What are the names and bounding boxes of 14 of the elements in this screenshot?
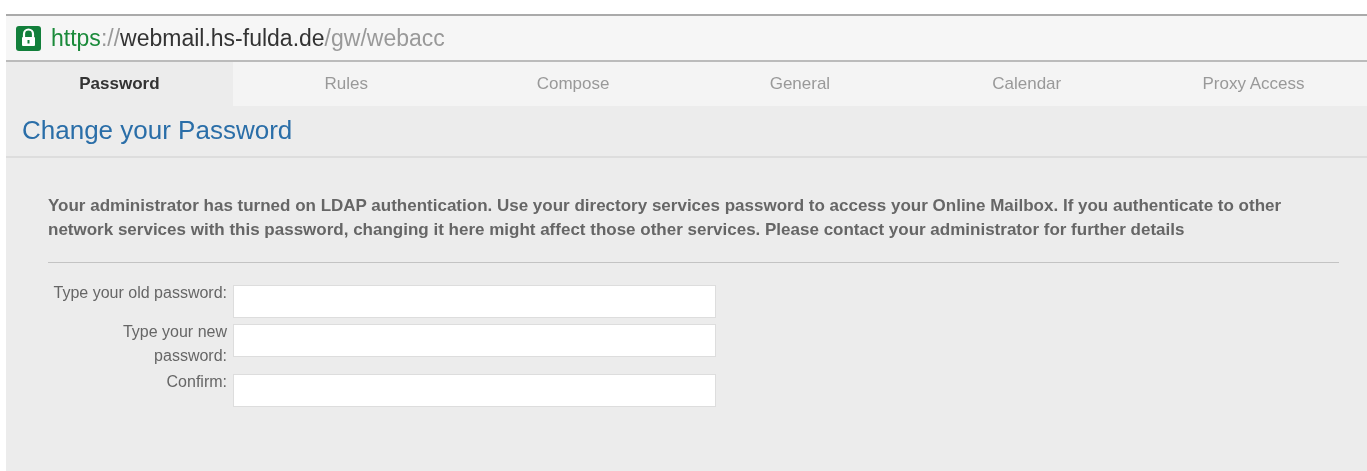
password-field[interactable] bbox=[233, 374, 716, 407]
settings-tab[interactable]: Rules bbox=[232, 62, 460, 106]
password-field[interactable] bbox=[233, 324, 716, 357]
settings-tab[interactable]: Calendar bbox=[913, 62, 1141, 106]
settings-tab[interactable]: Proxy Access bbox=[1140, 62, 1367, 106]
password-field[interactable] bbox=[233, 285, 716, 318]
field-label: Confirm: bbox=[165, 372, 227, 392]
field-label: Type your new password: bbox=[121, 322, 227, 366]
settings-tab[interactable]: General bbox=[686, 62, 914, 106]
field-label: Type your old password: bbox=[52, 283, 227, 303]
settings-tab[interactable]: Password bbox=[6, 62, 233, 106]
page-heading: Change your Password bbox=[22, 115, 293, 147]
settings-tab[interactable]: Compose bbox=[459, 62, 687, 106]
notice-text: Your administrator has turned on LDAP authentication. Use your directory services password to access your Online Mailbox. If you authenticate to other network services with this password, changing it here might affect those other services. Please contact your administrator for further details bbox=[48, 195, 1283, 241]
